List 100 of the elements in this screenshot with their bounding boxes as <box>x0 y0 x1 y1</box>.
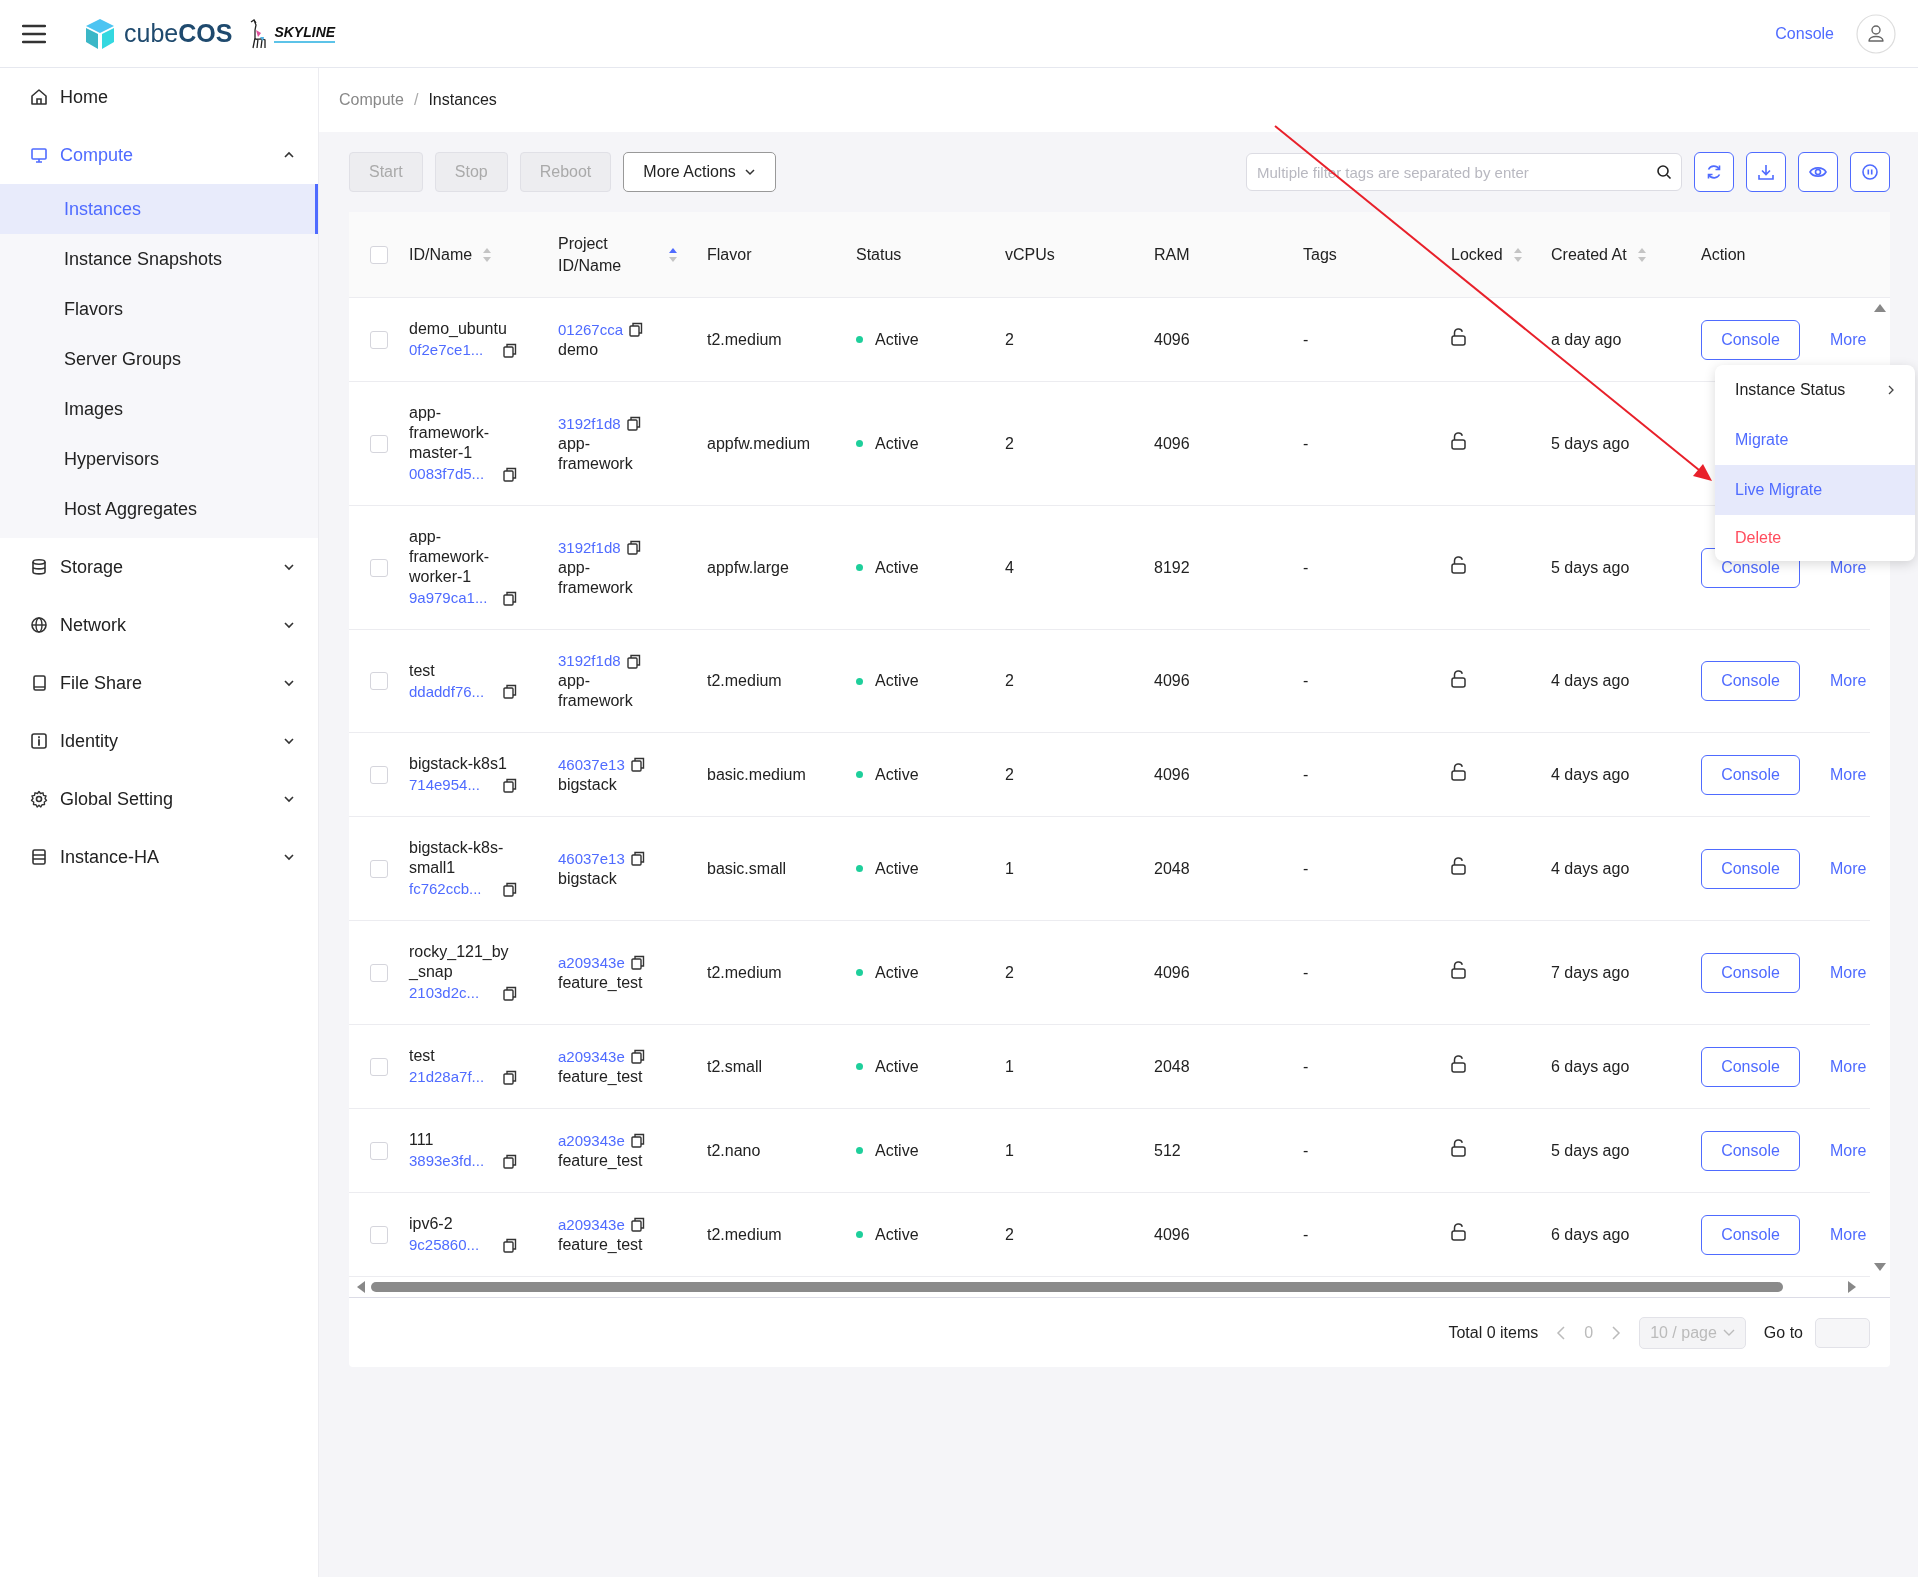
more-link[interactable]: More <box>1830 672 1867 690</box>
row-checkbox[interactable] <box>370 859 388 878</box>
copy-icon[interactable] <box>503 466 517 482</box>
copy-icon[interactable] <box>503 1153 517 1169</box>
project-id-link[interactable]: 3192f1d8 <box>558 537 621 558</box>
copy-icon[interactable] <box>630 955 645 970</box>
console-button[interactable]: Console <box>1701 754 1800 795</box>
sidebar-item[interactable]: File Share <box>0 654 318 712</box>
console-button[interactable]: Console <box>1701 1214 1800 1255</box>
goto-field[interactable] <box>1815 1317 1870 1348</box>
more-link[interactable]: More <box>1830 765 1867 784</box>
row-checkbox[interactable] <box>370 1057 388 1076</box>
scroll-up-icon[interactable] <box>1874 304 1886 312</box>
more-link[interactable]: More <box>1830 1141 1867 1160</box>
more-link[interactable]: More <box>1830 558 1867 577</box>
sidebar-subitem[interactable]: Server Groups <box>0 334 318 384</box>
copy-icon[interactable] <box>630 851 645 866</box>
sidebar-subitem[interactable]: Hypervisors <box>0 434 318 484</box>
console-link[interactable]: Console <box>1775 24 1834 43</box>
sidebar-item[interactable]: Instance-HA <box>0 828 318 886</box>
sidebar-item[interactable]: Network <box>0 596 318 654</box>
console-button[interactable]: Console <box>1701 952 1800 993</box>
dropdown-button[interactable]: More Actions <box>623 152 776 192</box>
copy-icon[interactable] <box>630 1049 645 1064</box>
menu-item[interactable]: Instance Status <box>1715 365 1915 415</box>
instance-id-link[interactable]: 9c25860... <box>409 1235 491 1255</box>
project-id-link[interactable]: 01267cca <box>558 319 624 340</box>
instance-id-link[interactable]: 0083f7d5... <box>409 464 491 484</box>
sidebar-subitem[interactable]: Images <box>0 384 318 434</box>
project-id-link[interactable]: 46037e13 <box>558 754 625 775</box>
instance-id-link[interactable]: 9a979ca1... <box>409 588 491 608</box>
instance-id-link[interactable]: 21d28a7f... <box>409 1067 491 1087</box>
view-button[interactable] <box>1798 152 1838 192</box>
project-id-link[interactable]: 46037e13 <box>558 848 625 869</box>
project-id-link[interactable]: 3192f1d8 <box>558 413 621 434</box>
scrollbar-thumb[interactable] <box>371 1282 1784 1292</box>
row-checkbox[interactable] <box>370 1141 388 1160</box>
more-link[interactable]: More <box>1830 963 1867 982</box>
copy-icon[interactable] <box>503 1237 517 1253</box>
console-button[interactable]: Console <box>1701 661 1800 701</box>
copy-icon[interactable] <box>630 1217 645 1232</box>
user-avatar-icon[interactable] <box>1856 13 1896 54</box>
scroll-down-icon[interactable] <box>1874 1263 1886 1271</box>
console-button[interactable]: Console <box>1701 319 1800 360</box>
refresh-button[interactable] <box>1694 152 1734 192</box>
sidebar-subitem[interactable]: Instances <box>0 184 318 234</box>
sidebar-item[interactable]: Storage <box>0 538 318 596</box>
project-id-link[interactable]: a209343e <box>558 1046 625 1067</box>
console-button[interactable]: Console <box>1701 1046 1800 1087</box>
sidebar-item[interactable]: Home <box>0 68 318 126</box>
more-link[interactable]: More <box>1830 330 1867 349</box>
scroll-left-icon[interactable] <box>357 1281 365 1293</box>
console-button[interactable]: Console <box>1701 1130 1800 1171</box>
copy-icon[interactable] <box>630 757 645 772</box>
copy-icon[interactable] <box>629 322 644 337</box>
copy-icon[interactable] <box>626 416 641 431</box>
copy-icon[interactable] <box>503 1069 517 1085</box>
copy-icon[interactable] <box>626 653 641 669</box>
more-link[interactable]: More <box>1830 859 1867 878</box>
row-checkbox[interactable] <box>370 434 388 453</box>
copy-icon[interactable] <box>503 881 517 897</box>
row-checkbox[interactable] <box>370 765 388 784</box>
instance-id-link[interactable]: 0f2e7ce1... <box>409 340 491 360</box>
sidebar-subitem[interactable]: Host Aggregates <box>0 484 318 534</box>
scroll-right-icon[interactable] <box>1848 1281 1856 1293</box>
copy-icon[interactable] <box>503 684 517 699</box>
menu-item[interactable]: Migrate <box>1715 415 1915 465</box>
row-checkbox[interactable] <box>370 330 388 349</box>
sidebar-item[interactable]: Identity <box>0 712 318 770</box>
instance-id-link[interactable]: 3893e3fd... <box>409 1151 491 1171</box>
copy-icon[interactable] <box>503 777 517 793</box>
download-button[interactable] <box>1746 152 1786 192</box>
copy-icon[interactable] <box>503 590 517 606</box>
instance-id-link[interactable]: 2103d2c... <box>409 983 491 1003</box>
more-link[interactable]: More <box>1830 1225 1867 1244</box>
menu-icon[interactable] <box>22 23 46 44</box>
row-checkbox[interactable] <box>370 1225 388 1244</box>
sidebar-subitem[interactable]: Flavors <box>0 284 318 334</box>
search-icon[interactable] <box>1656 164 1672 180</box>
sidebar-subitem[interactable]: Instance Snapshots <box>0 234 318 284</box>
select-all-checkbox[interactable] <box>370 245 388 264</box>
copy-icon[interactable] <box>503 985 517 1001</box>
instance-id-link[interactable]: ddaddf76... <box>409 681 491 702</box>
row-checkbox[interactable] <box>370 672 388 690</box>
project-id-link[interactable]: a209343e <box>558 1130 625 1151</box>
project-id-link[interactable]: a209343e <box>558 952 625 973</box>
row-checkbox[interactable] <box>370 558 388 577</box>
pause-button[interactable] <box>1850 152 1890 192</box>
instance-id-link[interactable]: fc762ccb... <box>409 879 491 899</box>
copy-icon[interactable] <box>626 540 641 555</box>
copy-icon[interactable] <box>630 1133 645 1148</box>
sidebar-item[interactable]: Global Setting <box>0 770 318 828</box>
sidebar-item[interactable]: Compute <box>0 126 318 184</box>
console-button[interactable]: Console <box>1701 848 1800 889</box>
sort-icon[interactable] <box>668 246 678 263</box>
menu-item[interactable]: Live Migrate <box>1715 465 1915 515</box>
instance-id-link[interactable]: 714e954... <box>409 775 491 795</box>
row-checkbox[interactable] <box>370 963 388 982</box>
breadcrumb-item[interactable]: Compute <box>339 91 404 109</box>
copy-icon[interactable] <box>503 342 517 358</box>
